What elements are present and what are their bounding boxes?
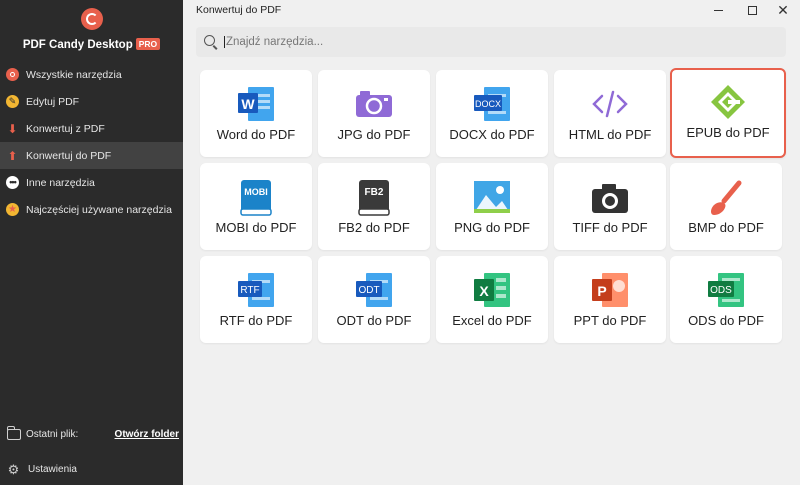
tool-label: PPT do PDF (573, 313, 647, 328)
minimize-icon (713, 9, 723, 11)
tool-card-fb2[interactable]: FB2 FB2 do PDF (318, 163, 430, 250)
convert-to-pdf-icon: ⬆ (7, 148, 18, 163)
sidebar-item-all-tools[interactable]: Wszystkie narzędzia (0, 61, 183, 88)
bmp-brush-icon (711, 180, 742, 215)
tool-label: HTML do PDF (568, 127, 652, 142)
jpg-camera-icon (356, 91, 392, 117)
maximize-button[interactable] (735, 0, 769, 20)
all-tools-icon (6, 68, 19, 81)
settings-label: Ustawienia (28, 464, 77, 475)
pro-badge: PRO (135, 38, 161, 50)
tiff-camera-icon (592, 184, 628, 213)
tool-card-png[interactable]: PNG do PDF (436, 163, 548, 250)
edit-pdf-icon: ✎ (6, 95, 19, 108)
sidebar-item-edit-pdf[interactable]: ✎ Edytuj PDF (0, 88, 183, 115)
sidebar-item-most-used[interactable]: ★ Najczęściej używane narzędzia (0, 196, 183, 223)
maximize-icon (747, 5, 757, 15)
search-icon (204, 35, 215, 46)
tool-card-tiff[interactable]: TIFF do PDF (554, 163, 666, 250)
gear-icon: ⚙ (7, 462, 20, 477)
svg-text:P: P (597, 283, 606, 299)
rtf-file-icon: RTF (238, 273, 274, 307)
tool-card-ppt[interactable]: P PPT do PDF (554, 256, 666, 343)
sidebar-item-label: Najczęściej używane narzędzia (26, 203, 172, 216)
search-bar (196, 27, 786, 57)
open-folder-link[interactable]: Otwórz folder (115, 429, 179, 440)
svg-text:MOBI: MOBI (244, 187, 268, 197)
tool-label: ODS do PDF (688, 313, 764, 328)
tool-card-docx[interactable]: DOCX DOCX do PDF (436, 70, 548, 157)
recent-file-label: Ostatni plik: (26, 429, 79, 440)
tool-card-word[interactable]: W Word do PDF (200, 70, 312, 157)
settings-button[interactable]: ⚙ Ustawienia (7, 463, 77, 476)
fb2-book-icon: FB2 (358, 180, 390, 216)
png-image-icon (474, 181, 510, 213)
ppt-file-icon: P (592, 273, 628, 307)
tool-label: EPUB do PDF (686, 125, 770, 140)
svg-text:DOCX: DOCX (475, 99, 501, 109)
svg-text:RTF: RTF (240, 285, 259, 296)
sidebar-item-convert-from-pdf[interactable]: ⬇ Konwertuj z PDF (0, 115, 183, 142)
brand-name: PDF Candy Desktop (22, 39, 133, 51)
tool-label: TIFF do PDF (572, 220, 648, 235)
svg-text:ODT: ODT (358, 285, 379, 296)
folder-icon (7, 426, 21, 440)
tool-label: MOBI do PDF (215, 220, 297, 235)
sidebar-item-label: Edytuj PDF (26, 95, 80, 108)
tool-label: ODT do PDF (336, 313, 412, 328)
tool-card-ods[interactable]: ODS ODS do PDF (670, 256, 782, 343)
tool-label: FB2 do PDF (338, 220, 410, 235)
tool-label: RTF do PDF (219, 313, 293, 328)
app-logo (0, 8, 183, 30)
odt-file-icon: ODT (356, 273, 392, 307)
docx-file-icon: DOCX (474, 87, 510, 121)
sidebar-item-label: Konwertuj z PDF (26, 122, 105, 135)
mobi-book-icon: MOBI (240, 180, 272, 216)
app-brand: PDF Candy Desktop PRO (0, 38, 183, 51)
tool-label: Word do PDF (216, 127, 296, 142)
tool-card-mobi[interactable]: MOBI MOBI do PDF (200, 163, 312, 250)
html-code-icon (592, 90, 628, 118)
recent-file-row: Ostatni plik: Otwórz folder (7, 426, 179, 440)
tool-label: DOCX do PDF (449, 127, 535, 142)
sidebar-item-other-tools[interactable]: ••• Inne narzędzia (0, 169, 183, 196)
tool-card-html[interactable]: HTML do PDF (554, 70, 666, 157)
sidebar-item-label: Wszystkie narzędzia (26, 68, 122, 81)
tool-card-odt[interactable]: ODT ODT do PDF (318, 256, 430, 343)
close-icon: ✕ (777, 2, 789, 18)
ods-file-icon: ODS (708, 273, 744, 307)
minimize-button[interactable] (701, 0, 735, 20)
tool-card-excel[interactable]: X Excel do PDF (436, 256, 548, 343)
sidebar-item-label: Inne narzędzia (26, 176, 95, 189)
tool-label: Excel do PDF (452, 313, 532, 328)
sidebar-menu: Wszystkie narzędzia ✎ Edytuj PDF ⬇ Konwe… (0, 61, 183, 223)
sidebar-item-convert-to-pdf[interactable]: ⬆ Konwertuj do PDF (0, 142, 183, 169)
svg-text:FB2: FB2 (365, 187, 384, 198)
search-input[interactable] (224, 36, 744, 48)
svg-text:ODS: ODS (710, 285, 732, 296)
more-tools-icon: ••• (6, 176, 19, 189)
tool-card-rtf[interactable]: RTF RTF do PDF (200, 256, 312, 343)
candy-logo-icon (80, 8, 103, 30)
word-file-icon: W (238, 87, 274, 121)
close-button[interactable]: ✕ (766, 0, 800, 20)
tool-label: BMP do PDF (688, 220, 764, 235)
page-title: Konwertuj do PDF (196, 4, 282, 16)
favorite-star-icon: ★ (6, 203, 19, 216)
epub-icon (711, 85, 745, 119)
svg-text:W: W (241, 96, 255, 112)
tool-card-epub[interactable]: EPUB do PDF (670, 68, 786, 158)
tool-card-jpg[interactable]: JPG do PDF (318, 70, 430, 157)
sidebar: PDF Candy Desktop PRO Wszystkie narzędzia… (0, 0, 183, 485)
convert-from-pdf-icon: ⬇ (7, 121, 18, 136)
svg-text:X: X (479, 283, 489, 299)
sidebar-item-label: Konwertuj do PDF (26, 149, 112, 162)
tool-card-bmp[interactable]: BMP do PDF (670, 163, 782, 250)
excel-file-icon: X (474, 273, 510, 307)
tool-label: PNG do PDF (454, 220, 530, 235)
tool-label: JPG do PDF (337, 127, 411, 142)
